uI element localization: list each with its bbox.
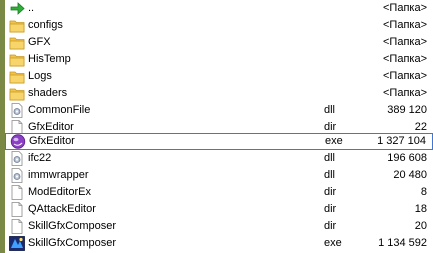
file-name: immwrapper	[28, 169, 89, 181]
file-icon	[9, 185, 25, 200]
file-size: <Папка>	[383, 53, 427, 65]
file-row-skillgfxcomposer-exe[interactable]: SkillGfxComposer exe 1 134 592	[5, 235, 433, 252]
gfx-editor-app-icon	[10, 134, 26, 149]
file-size: 20 480	[393, 169, 427, 181]
file-ext: exe	[324, 237, 342, 249]
folder-icon	[9, 35, 25, 50]
file-ext: dll	[324, 104, 336, 116]
file-name: SkillGfxComposer	[28, 237, 117, 249]
file-list[interactable]: .. <Папка> configs <Папка> GFX <Папка> H…	[5, 0, 433, 253]
file-name: Logs	[28, 70, 52, 82]
dll-file-icon	[9, 103, 25, 118]
file-name: CommonFile	[28, 104, 91, 116]
file-size: <Папка>	[383, 2, 427, 14]
file-name: SkillGfxComposer	[28, 220, 117, 232]
file-row-parent[interactable]: .. <Папка>	[5, 0, 433, 17]
file-icon	[9, 219, 25, 234]
dll-file-icon	[9, 151, 25, 166]
dll-file-icon	[9, 168, 25, 183]
folder-icon	[9, 18, 25, 33]
file-name: GFX	[28, 36, 51, 48]
file-ext: dir	[324, 220, 337, 232]
skill-composer-app-icon	[9, 236, 25, 251]
file-size: <Папка>	[383, 19, 427, 31]
folder-icon	[9, 69, 25, 84]
file-ext: dll	[324, 169, 336, 181]
file-size: 8	[420, 186, 427, 198]
file-row-qattackeditor-dir[interactable]: QAttackEditor dir 18	[5, 201, 433, 218]
file-row-ifc22-dll[interactable]: ifc22 dll 196 608	[5, 150, 433, 167]
file-row-modeditorex-dir[interactable]: ModEditorEx dir 8	[5, 184, 433, 201]
file-size: 18	[414, 203, 427, 215]
file-name: ..	[28, 2, 35, 14]
file-name: HisTemp	[28, 53, 71, 65]
file-ext: exe	[325, 135, 343, 147]
file-row-commonfile-dll[interactable]: CommonFile dll 389 120	[5, 102, 433, 119]
file-ext: dir	[324, 186, 337, 198]
file-name: ifc22	[28, 152, 52, 164]
file-size: <Папка>	[383, 70, 427, 82]
folder-row-logs[interactable]: Logs <Папка>	[5, 68, 433, 85]
up-arrow-icon	[9, 1, 25, 16]
file-size: 1 134 592	[378, 237, 427, 249]
file-name: GfxEditor	[29, 135, 75, 147]
file-size: 389 120	[387, 104, 427, 116]
folder-row-histemp[interactable]: HisTemp <Папка>	[5, 51, 433, 68]
file-size: <Папка>	[383, 87, 427, 99]
file-name: configs	[28, 19, 63, 31]
file-size: 1 327 104	[377, 135, 426, 147]
folder-icon	[9, 52, 25, 67]
file-icon	[9, 202, 25, 217]
file-row-gfxeditor-exe[interactable]: GfxEditor exe 1 327 104	[5, 133, 433, 150]
file-size: 20	[414, 220, 427, 232]
file-name: ModEditorEx	[28, 186, 91, 198]
folder-row-configs[interactable]: configs <Папка>	[5, 17, 433, 34]
file-size: <Папка>	[383, 36, 427, 48]
file-name: shaders	[28, 87, 68, 99]
file-size: 196 608	[387, 152, 427, 164]
file-name: QAttackEditor	[28, 203, 96, 215]
folder-icon	[9, 86, 25, 101]
file-row-skillgfxcomposer-dir[interactable]: SkillGfxComposer dir 20	[5, 218, 433, 235]
file-ext: dll	[324, 152, 336, 164]
folder-row-shaders[interactable]: shaders <Папка>	[5, 85, 433, 102]
file-row-immwrapper-dll[interactable]: immwrapper dll 20 480	[5, 167, 433, 184]
folder-row-gfx[interactable]: GFX <Папка>	[5, 34, 433, 51]
file-ext: dir	[324, 203, 337, 215]
